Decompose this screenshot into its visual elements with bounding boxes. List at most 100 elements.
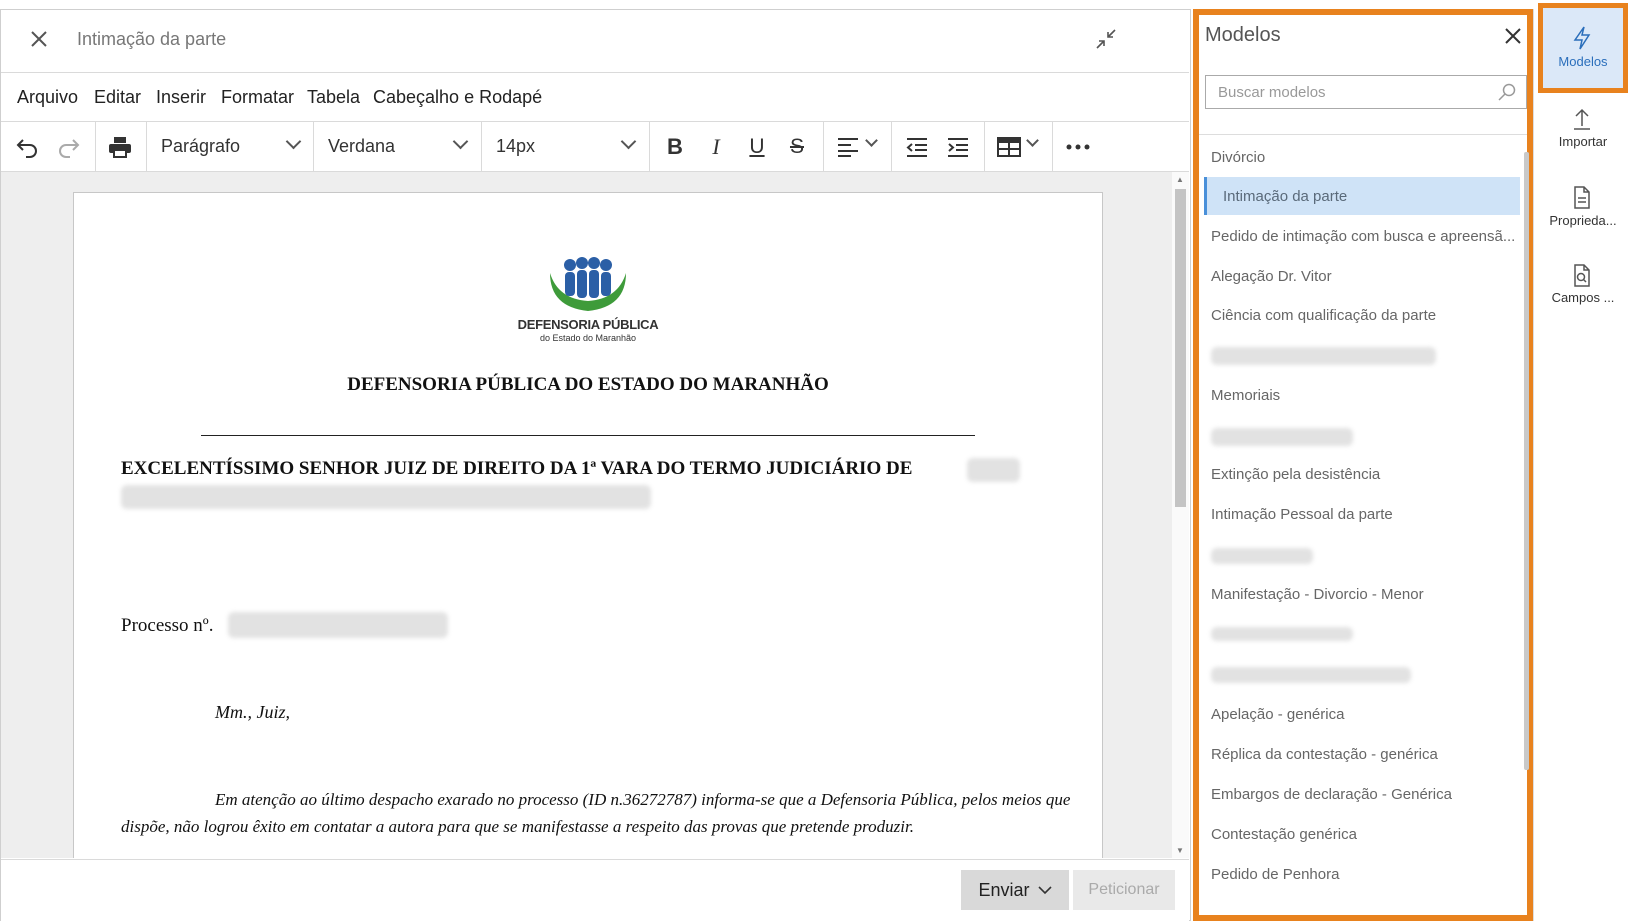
print-icon	[109, 137, 131, 158]
scroll-up-icon[interactable]: ▲	[1176, 175, 1184, 184]
model-item[interactable]: Réplica da contestação - genérica	[1211, 746, 1438, 763]
model-item[interactable]: Pedido de Penhora	[1211, 866, 1339, 883]
heading-divider	[201, 435, 975, 436]
chevron-down-icon	[452, 133, 469, 150]
menu-tabela[interactable]: Tabela	[307, 87, 360, 108]
underline-icon: U	[749, 135, 765, 158]
rail-models-label: Modelos	[1558, 54, 1608, 69]
menu-inserir[interactable]: Inserir	[156, 87, 206, 108]
underline-button[interactable]: U	[742, 132, 772, 162]
logo-text-line1: DEFENSORIA PÚBLICA	[517, 317, 659, 332]
editor-scroll-thumb[interactable]	[1175, 189, 1186, 507]
document-canvas[interactable]: DEFENSORIA PÚBLICA do Estado do Maranhão…	[1, 172, 1172, 858]
petition-button[interactable]: Peticionar	[1073, 870, 1175, 910]
redacted-model-item[interactable]	[1211, 347, 1436, 365]
redacted-process-number	[228, 612, 448, 638]
rail-fields-label[interactable]: Campos ...	[1538, 290, 1628, 305]
model-item[interactable]: Divórcio	[1211, 149, 1265, 166]
model-item[interactable]: Contestação genérica	[1211, 826, 1357, 843]
model-item[interactable]: Manifestação - Divorcio - Menor	[1211, 586, 1424, 603]
more-button[interactable]	[1063, 132, 1093, 162]
redacted-model-item[interactable]	[1211, 428, 1353, 446]
font-size-select[interactable]: 14px	[496, 136, 535, 157]
redacted-model-item[interactable]	[1211, 548, 1313, 564]
chevron-down-icon	[1037, 885, 1052, 894]
model-item[interactable]: Pedido de intimação com busca e apreensã…	[1211, 228, 1515, 245]
greeting: Mm., Juiz,	[215, 702, 290, 722]
redacted-model-item[interactable]	[1211, 627, 1353, 641]
redo-button[interactable]	[54, 132, 84, 162]
model-item[interactable]: Embargos de declaração - Genérica	[1211, 786, 1452, 803]
model-item[interactable]: Intimação Pessoal da parte	[1211, 506, 1393, 523]
search-field[interactable]	[1205, 75, 1527, 109]
bold-button[interactable]: B	[660, 132, 690, 162]
model-item-selected[interactable]: Intimação da parte	[1223, 188, 1347, 205]
search-input[interactable]	[1216, 76, 1490, 108]
search-icon	[1498, 83, 1516, 101]
menu-editar[interactable]: Editar	[94, 87, 141, 108]
collapse-icon[interactable]	[1095, 28, 1117, 50]
redo-icon	[59, 139, 80, 158]
undo-button[interactable]	[12, 132, 42, 162]
rail-properties-label[interactable]: Proprieda...	[1538, 213, 1628, 228]
menu-cabecalho-rodape[interactable]: Cabeçalho e Rodapé	[373, 87, 542, 108]
table-icon	[997, 137, 1021, 157]
send-button[interactable]: Enviar	[961, 870, 1069, 910]
indent-button[interactable]	[943, 132, 973, 162]
panel-scroll-thumb[interactable]	[1524, 152, 1529, 770]
document-title: Intimação da parte	[77, 29, 227, 49]
logo-text-line2: do Estado do Maranhão	[539, 333, 637, 343]
italic-icon: I	[712, 134, 720, 159]
models-panel	[1193, 9, 1533, 921]
process-label: Processo nº.	[121, 615, 214, 636]
redacted-text	[967, 458, 1020, 482]
italic-button[interactable]: I	[701, 132, 731, 162]
model-item[interactable]: Alegação Dr. Vitor	[1211, 268, 1332, 285]
send-button-label: Enviar	[978, 879, 1030, 900]
model-item[interactable]: Apelação - genérica	[1211, 706, 1344, 723]
address-line: EXCELENTÍSSIMO SENHOR JUIZ DE DIREITO DA…	[121, 458, 913, 479]
defensoria-logo	[550, 257, 626, 311]
editor-footer: Enviar Peticionar	[1, 859, 1189, 921]
model-item[interactable]: Extinção pela desistência	[1211, 466, 1380, 483]
model-item[interactable]: Ciência com qualificação da parte	[1211, 307, 1436, 324]
chevron-down-icon	[1026, 134, 1039, 147]
align-button[interactable]	[833, 132, 863, 162]
redacted-model-item[interactable]	[1211, 667, 1411, 683]
print-button[interactable]	[105, 132, 135, 162]
chevron-down-icon	[285, 133, 302, 150]
outdent-icon	[906, 138, 927, 157]
upload-icon[interactable]	[1572, 108, 1592, 130]
panel-title: Modelos	[1205, 24, 1281, 46]
document-properties-icon[interactable]	[1572, 186, 1592, 210]
document-heading: DEFENSORIA PÚBLICA DO ESTADO DO MARANHÃO	[347, 374, 829, 395]
indent-icon	[948, 138, 968, 157]
format-toolbar: Parágrafo Verdana 14px B I U S	[1, 122, 1189, 172]
menu-arquivo[interactable]: Arquivo	[17, 87, 78, 108]
chevron-down-icon	[865, 134, 878, 147]
document-page[interactable]: DEFENSORIA PÚBLICA do Estado do Maranhão…	[73, 192, 1103, 858]
align-left-icon	[838, 138, 858, 157]
table-button[interactable]	[994, 132, 1024, 162]
editor-titlebar: Intimação da parte	[1, 10, 1189, 73]
menu-formatar[interactable]: Formatar	[221, 87, 294, 108]
scroll-down-icon[interactable]: ▼	[1176, 846, 1184, 855]
redacted-text	[121, 485, 651, 509]
close-icon[interactable]	[28, 28, 50, 50]
close-icon[interactable]	[1502, 25, 1524, 47]
paragraph-select[interactable]: Parágrafo	[161, 136, 240, 157]
rail-import-label[interactable]: Importar	[1538, 134, 1628, 149]
strikethrough-button[interactable]: S	[782, 132, 812, 162]
body-paragraph-line2: dispõe, não logrou êxito em contatar a a…	[121, 817, 914, 836]
document-search-icon[interactable]	[1572, 264, 1592, 288]
chevron-down-icon	[620, 133, 637, 150]
undo-icon	[16, 139, 37, 158]
font-select[interactable]: Verdana	[328, 136, 395, 157]
strikethrough-icon: S	[789, 135, 804, 158]
outdent-button[interactable]	[902, 132, 932, 162]
more-icon	[1066, 144, 1090, 150]
bold-icon: B	[667, 134, 683, 159]
lightning-icon	[1573, 26, 1591, 50]
menu-bar: Arquivo Editar Inserir Formatar Tabela C…	[1, 73, 1189, 122]
model-item[interactable]: Memoriais	[1211, 387, 1280, 404]
